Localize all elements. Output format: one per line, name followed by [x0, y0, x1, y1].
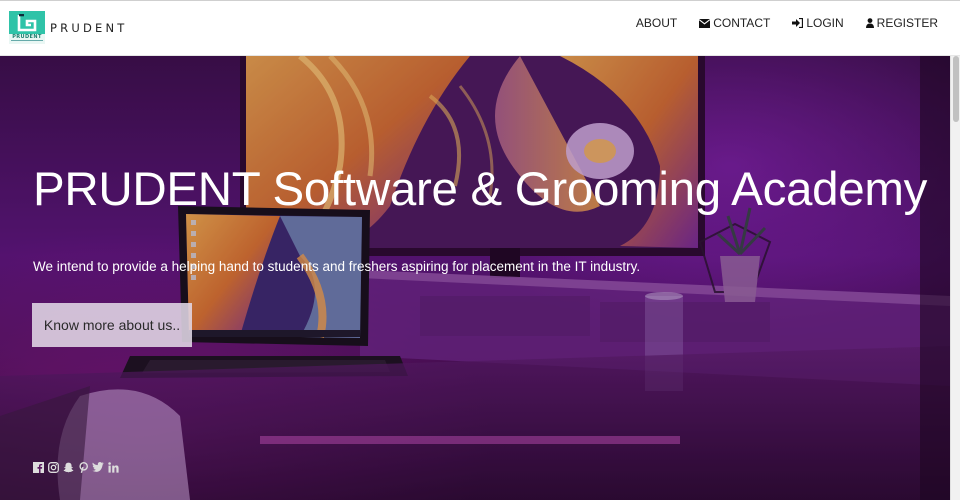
nav-register-label: REGISTER — [876, 16, 938, 30]
sign-in-icon — [792, 18, 804, 28]
know-more-button[interactable]: Know more about us.. — [32, 303, 192, 347]
top-navbar: PRUDENT PRUDENT ABOUT CONTACT LOGIN REGI… — [0, 1, 960, 56]
brand-name: PRUDENT — [50, 21, 128, 35]
twitter-icon[interactable] — [92, 461, 104, 473]
nav-contact[interactable]: CONTACT — [699, 16, 770, 30]
hero-section: PRUDENT Software & Grooming Academy We i… — [0, 56, 950, 500]
brand-logo: PRUDENT — [9, 11, 45, 44]
hero-subtitle: We intend to provide a helping hand to s… — [33, 259, 641, 274]
brand-link[interactable]: PRUDENT PRUDENT — [9, 11, 128, 44]
main-nav: ABOUT CONTACT LOGIN REGISTER — [614, 16, 938, 30]
nav-login-label: LOGIN — [806, 16, 844, 30]
pinterest-icon[interactable] — [77, 461, 89, 473]
linkedin-icon[interactable] — [107, 461, 119, 473]
nav-contact-label: CONTACT — [713, 16, 771, 30]
logo-mark-icon — [17, 14, 37, 32]
social-links — [32, 461, 119, 473]
nav-register[interactable]: REGISTER — [865, 16, 938, 30]
snapchat-icon[interactable] — [62, 461, 74, 473]
nav-login[interactable]: LOGIN — [792, 16, 844, 30]
scrollbar-thumb[interactable] — [953, 56, 959, 122]
instagram-icon[interactable] — [47, 461, 59, 473]
hero-title: PRUDENT Software & Grooming Academy — [33, 163, 928, 216]
nav-about[interactable]: ABOUT — [636, 16, 677, 30]
envelope-icon — [699, 18, 711, 28]
logo-tagline-line — [11, 40, 43, 41]
nav-about-label: ABOUT — [635, 16, 678, 30]
page-scrollbar[interactable] — [950, 56, 960, 500]
hero-background-image — [0, 56, 950, 500]
user-icon — [865, 18, 874, 28]
facebook-icon[interactable] — [32, 461, 44, 473]
